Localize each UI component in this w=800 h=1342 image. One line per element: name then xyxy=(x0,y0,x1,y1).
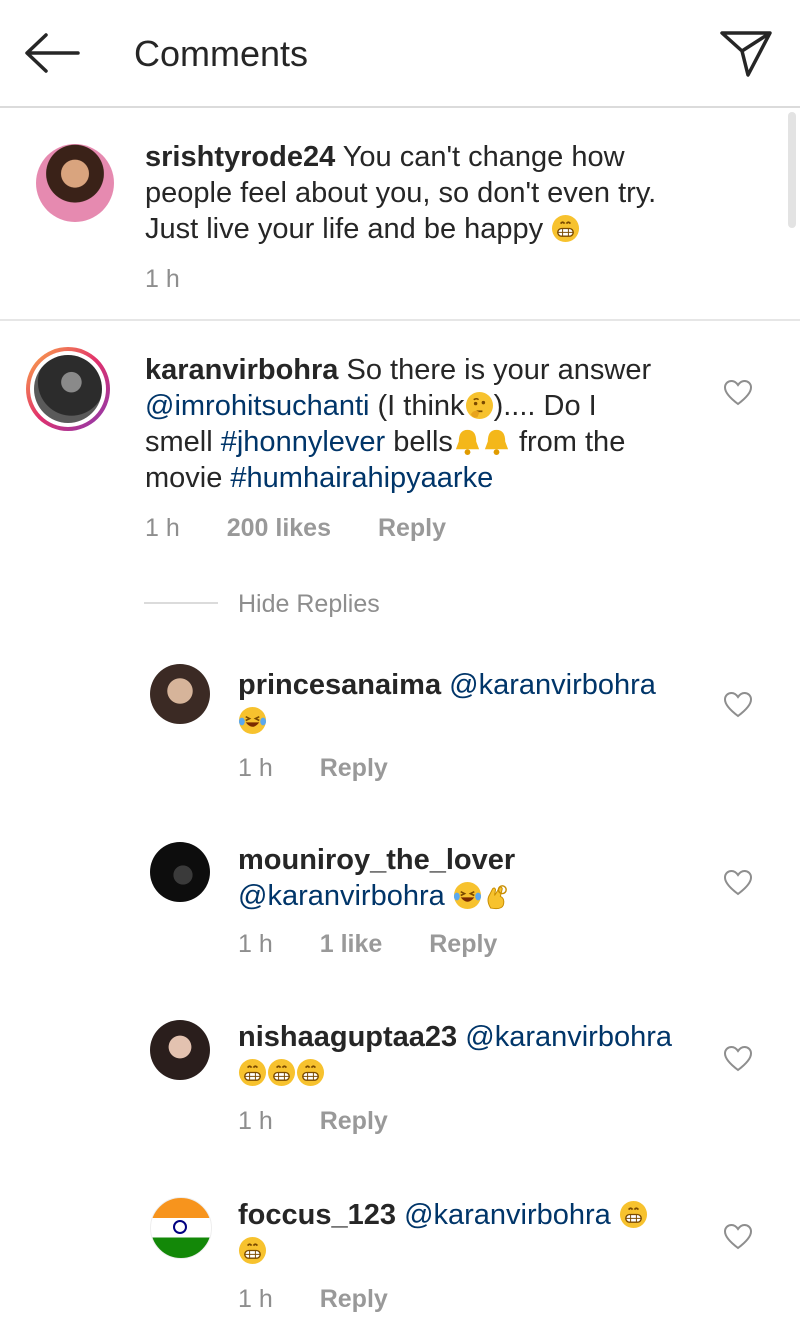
comment-text: karanvirbohra So there is your answer @i… xyxy=(145,352,745,496)
reply-text: foccus_123 @karanvirbohra xyxy=(238,1197,718,1269)
like-heart-icon[interactable] xyxy=(724,1224,752,1250)
comment-line: So there is your answer xyxy=(346,354,652,386)
username[interactable]: srishtyrode24 xyxy=(145,141,335,173)
reply-text: nishaaguptaa23 @karanvirbohra xyxy=(238,1019,718,1091)
likes-count[interactable]: 1 like xyxy=(320,930,383,958)
grinning-face-icon xyxy=(267,1058,296,1087)
caption-block: srishtyrode24 You can't change how peopl… xyxy=(0,107,800,321)
caption-line: You can't change how xyxy=(342,141,625,173)
mention-link[interactable]: @karanvirbohra xyxy=(238,880,445,912)
timestamp: 1 h xyxy=(238,1107,273,1135)
like-heart-icon[interactable] xyxy=(724,380,752,406)
grinning-face-icon xyxy=(619,1200,648,1229)
timestamp: 1 h xyxy=(238,930,273,958)
caption-line: Just live your life and be happy xyxy=(145,213,544,245)
hashtag-link[interactable]: #humhairahipyaarke xyxy=(230,462,493,494)
grinning-face-icon xyxy=(238,1058,267,1087)
laughing-tears-icon xyxy=(453,881,482,910)
comment-line: smell xyxy=(145,426,221,458)
avatar[interactable] xyxy=(150,1020,210,1080)
timestamp: 1 h xyxy=(145,514,180,542)
reply-meta: 1 h Reply xyxy=(238,754,428,783)
avatar[interactable] xyxy=(150,664,210,724)
comment-line: movie xyxy=(145,462,231,494)
like-heart-icon[interactable] xyxy=(724,870,752,896)
reply-text: princesanaima @karanvirbohra xyxy=(238,667,718,739)
mention-link[interactable]: @karanvirbohra xyxy=(449,669,656,701)
divider xyxy=(144,602,218,604)
mention-link[interactable]: @karanvirbohra xyxy=(404,1199,611,1231)
thinking-face-icon xyxy=(465,391,494,420)
likes-count[interactable]: 200 likes xyxy=(227,514,331,542)
username[interactable]: foccus_123 xyxy=(238,1199,396,1231)
grinning-face-icon xyxy=(551,214,580,243)
avatar[interactable] xyxy=(150,842,210,902)
back-arrow-icon[interactable] xyxy=(22,30,82,76)
caption-text: srishtyrode24 You can't change how peopl… xyxy=(145,139,765,247)
reply-meta: 1 h Reply xyxy=(238,1285,428,1314)
username[interactable]: nishaaguptaa23 xyxy=(238,1021,457,1053)
reply-button[interactable]: Reply xyxy=(429,930,497,958)
reply-meta: 1 h 1 like Reply xyxy=(238,930,537,959)
timestamp: 1 h xyxy=(238,754,273,782)
reply-button[interactable]: Reply xyxy=(320,1285,388,1313)
comment-line: bells xyxy=(385,426,453,458)
comment-line: (I think xyxy=(369,390,465,422)
reply-meta: 1 h Reply xyxy=(238,1107,428,1136)
username[interactable]: karanvirbohra xyxy=(145,354,338,386)
send-paper-plane-icon[interactable] xyxy=(718,27,774,79)
avatar[interactable] xyxy=(150,1197,212,1259)
reply-button[interactable]: Reply xyxy=(320,754,388,782)
comment-line: from the xyxy=(510,426,626,458)
mention-link[interactable]: @karanvirbohra xyxy=(465,1021,672,1053)
reply-button[interactable]: Reply xyxy=(320,1107,388,1135)
ok-hand-icon xyxy=(482,881,511,910)
comment-meta: 1 h 200 likes Reply xyxy=(145,514,486,543)
timestamp: 1 h xyxy=(238,1285,273,1313)
page-title: Comments xyxy=(134,33,309,74)
avatar[interactable] xyxy=(36,144,114,222)
laughing-tears-icon xyxy=(238,706,267,735)
bell-icon xyxy=(453,427,482,456)
timestamp: 1 h xyxy=(145,265,180,293)
caption-line: people feel about you, so don't even try… xyxy=(145,177,657,209)
grinning-face-icon xyxy=(296,1058,325,1087)
mention-link[interactable]: @imrohitsuchanti xyxy=(145,390,369,422)
header: Comments xyxy=(0,0,800,108)
reply-button[interactable]: Reply xyxy=(378,514,446,542)
hashtag-link[interactable]: #jhonnylever xyxy=(221,426,385,458)
reply-text: mouniroy_the_lover @karanvirbohra xyxy=(238,842,718,914)
like-heart-icon[interactable] xyxy=(724,692,752,718)
caption-meta: 1 h xyxy=(145,265,220,294)
like-heart-icon[interactable] xyxy=(724,1046,752,1072)
username[interactable]: princesanaima xyxy=(238,669,441,701)
username[interactable]: mouniroy_the_lover xyxy=(238,844,515,876)
grinning-face-icon xyxy=(238,1236,267,1265)
avatar[interactable] xyxy=(26,347,110,431)
hide-replies-button[interactable]: Hide Replies xyxy=(238,590,380,619)
bell-icon xyxy=(482,427,511,456)
comment-line: ).... Do I xyxy=(493,390,597,422)
